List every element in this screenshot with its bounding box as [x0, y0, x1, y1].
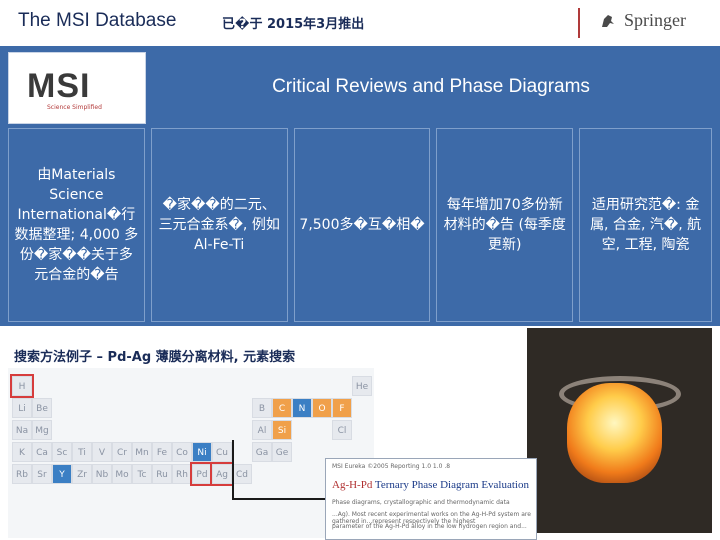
element-mo[interactable]: Mo [112, 464, 132, 484]
element-o[interactable]: O [312, 398, 332, 418]
element-mn[interactable]: Mn [132, 442, 152, 462]
popup-title[interactable]: Ag-H-Pd Ternary Phase Diagram Evaluation [332, 479, 529, 491]
element-cl[interactable]: Cl [332, 420, 352, 440]
search-example-label: 搜索方法例子 – Pd-Ag 薄膜分离材料, 元素搜索 [14, 350, 296, 365]
msi-logo-tagline: Science Simplified [47, 104, 102, 111]
element-nb[interactable]: Nb [92, 464, 112, 484]
element-k[interactable]: K [12, 442, 32, 462]
element-h[interactable]: H [10, 374, 34, 398]
msi-logo-letters: MSI [27, 67, 91, 105]
result-popup[interactable]: MSI Eureka ©2005 Reporting 1.0 1.0 .8 Ag… [325, 458, 537, 540]
element-si[interactable]: Si [272, 420, 292, 440]
element-cr[interactable]: Cr [112, 442, 132, 462]
banner-title: Critical Reviews and Phase Diagrams [150, 52, 712, 122]
top-header: The MSI Database 已�于 2015年3月推出 Springer [0, 0, 720, 46]
springer-horse-icon [602, 14, 614, 27]
feature-cell-source: 由Materials Science International�行数据整理; … [8, 128, 145, 322]
element-sr[interactable]: Sr [32, 464, 52, 484]
element-zr[interactable]: Zr [72, 464, 92, 484]
element-c[interactable]: C [272, 398, 292, 418]
element-ga[interactable]: Ga [252, 442, 272, 462]
element-cd[interactable]: Cd [232, 464, 252, 484]
element-ca[interactable]: Ca [32, 442, 52, 462]
popup-line: Phase diagrams, crystallographic and the… [332, 499, 510, 506]
popup-header: MSI Eureka ©2005 Reporting 1.0 1.0 .8 [332, 463, 451, 470]
element-rb[interactable]: Rb [12, 464, 32, 484]
element-he[interactable]: He [352, 376, 372, 396]
element-cu[interactable]: Cu [212, 442, 232, 462]
element-ag[interactable]: Ag [210, 462, 234, 486]
element-ru[interactable]: Ru [152, 464, 172, 484]
element-li[interactable]: Li [12, 398, 32, 418]
element-sc[interactable]: Sc [52, 442, 72, 462]
element-ge[interactable]: Ge [272, 442, 292, 462]
element-f[interactable]: F [332, 398, 352, 418]
feature-cell-links: 7,500多�互�相� [293, 128, 431, 322]
element-b[interactable]: B [252, 398, 272, 418]
springer-logo-text: Springer [624, 10, 686, 30]
element-ti[interactable]: Ti [72, 442, 92, 462]
popup-line: parameter of the Ag-H-Pd alloy in the lo… [332, 523, 527, 530]
connector-line [232, 498, 326, 500]
furnace-photo [527, 328, 712, 533]
popup-title-text: Ternary Phase Diagram Evaluation [372, 479, 529, 491]
element-na[interactable]: Na [12, 420, 32, 440]
popup-title-system: Ag-H-Pd [332, 479, 373, 491]
element-y[interactable]: Y [52, 464, 72, 484]
connector-line [232, 440, 234, 500]
element-fe[interactable]: Fe [152, 442, 172, 462]
element-co[interactable]: Co [172, 442, 192, 462]
msi-logo: MSI Science Simplified [8, 52, 146, 124]
element-v[interactable]: V [92, 442, 112, 462]
feature-cells: 由Materials Science International�行数据整理; … [8, 128, 713, 322]
periodic-table: H He Li Be B C N O F Na Mg Al Si Cl K Ca Sc Ti V Cr Mn Fe Co Ni… [8, 368, 374, 538]
element-pd[interactable]: Pd [190, 462, 214, 486]
molten-metal [567, 383, 662, 483]
element-n[interactable]: N [292, 398, 312, 418]
element-rh[interactable]: Rh [172, 464, 192, 484]
springer-logo[interactable]: Springer [598, 10, 686, 31]
element-ni[interactable]: Ni [192, 442, 212, 462]
element-be[interactable]: Be [32, 398, 52, 418]
element-al[interactable]: Al [252, 420, 272, 440]
page-subtitle: 已�于 2015年3月推出 [222, 17, 365, 32]
header-divider [578, 8, 580, 38]
page-title: The MSI Database [18, 10, 177, 31]
element-tc[interactable]: Tc [132, 464, 152, 484]
feature-cell-scope: 适用研究范�: 金属, 合金, 汽�, 航空, 工程, 陶瓷 [579, 128, 713, 322]
feature-cell-systems: �家��的二元、三元合金系�, 例如 Al-Fe-Ti [150, 128, 288, 322]
element-mg[interactable]: Mg [32, 420, 52, 440]
feature-cell-updates: 每年增加70多份新材料的�告 (每季度更新) [436, 128, 574, 322]
